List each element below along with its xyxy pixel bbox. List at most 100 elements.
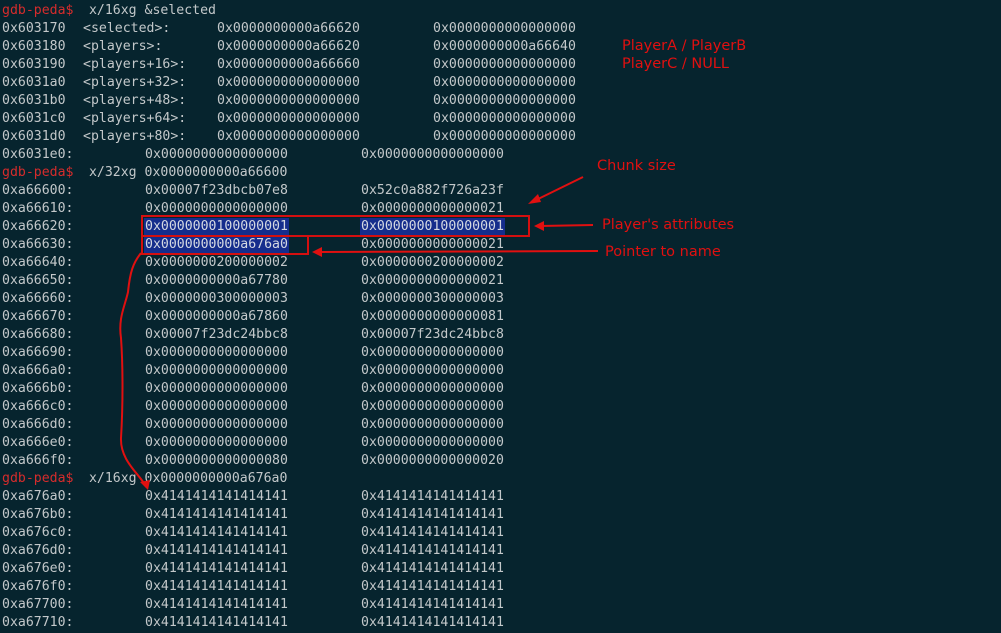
row-value-2: 0x0000000000000000 xyxy=(433,57,576,72)
row-value-2: 0x4141414141414141 xyxy=(361,597,504,612)
row-address: 0x6031b0 xyxy=(2,93,66,108)
row-value-1: 0x0000000000000000 xyxy=(145,417,288,432)
row-value-2: 0x0000000000000000 xyxy=(433,111,576,126)
row-value-2: 0x4141414141414141 xyxy=(361,489,504,504)
row-address: 0x6031c0 xyxy=(2,111,66,126)
row-value-2: 0x0000000000a66640 xyxy=(433,39,576,54)
row-value-1: 0x0000000300000003 xyxy=(145,291,288,306)
row-value-1: 0x4141414141414141 xyxy=(145,615,288,630)
row-symbol: <players+80>: xyxy=(83,129,187,144)
row-value-2: 0x4141414141414141 xyxy=(361,543,504,558)
row-address: 0xa666a0: xyxy=(2,363,74,378)
row-value-1: 0x0000000000000000 xyxy=(145,345,288,360)
row-value-2: 0x0000000000000000 xyxy=(361,417,504,432)
row-value-1: 0x0000000000000000 xyxy=(217,111,360,126)
row-address: 0x6031d0 xyxy=(2,129,66,144)
row-value-1: 0x0000000000000080 xyxy=(145,453,288,468)
row-value-2: 0x0000000000000000 xyxy=(361,435,504,450)
row-address: 0xa66600: xyxy=(2,183,74,198)
row-value-1: 0x0000000000a66660 xyxy=(217,57,360,72)
row-value-1: 0x0000000000a67860 xyxy=(145,309,288,324)
row-symbol: <players+48>: xyxy=(83,93,187,108)
row-value-1: 0x0000000000000000 xyxy=(145,435,288,450)
attributes-highlight-box xyxy=(141,215,530,237)
row-value-1: 0x0000000000a66620 xyxy=(217,21,360,36)
row-value-2: 0x0000000000000000 xyxy=(361,363,504,378)
prompt: gdb-peda$ xyxy=(2,471,74,486)
row-value-1: 0x4141414141414141 xyxy=(145,579,288,594)
row-address: 0xa666b0: xyxy=(2,381,74,396)
row-address: 0xa66690: xyxy=(2,345,74,360)
row-value-1: 0x4141414141414141 xyxy=(145,489,288,504)
row-value-2: 0x0000000000000000 xyxy=(433,129,576,144)
command-text: x/16xg 0x0000000000a676a0 xyxy=(81,471,288,486)
row-value-2: 0x0000000000000000 xyxy=(433,21,576,36)
row-address: 0xa66640: xyxy=(2,255,74,270)
row-symbol: <players+32>: xyxy=(83,75,187,90)
row-value-1: 0x0000000000000000 xyxy=(145,399,288,414)
row-value-1: 0x4141414141414141 xyxy=(145,525,288,540)
annotation-players-c: PlayerC / NULL xyxy=(622,56,729,72)
row-value-1: 0x0000000000000000 xyxy=(145,363,288,378)
row-value-1: 0x0000000000000000 xyxy=(145,381,288,396)
row-address: 0x6031a0 xyxy=(2,75,66,90)
row-value-2: 0x4141414141414141 xyxy=(361,507,504,522)
row-value-1: 0x0000000000000000 xyxy=(145,147,288,162)
row-address: 0xa666e0: xyxy=(2,435,74,450)
row-value-2: 0x0000000000000021 xyxy=(361,273,504,288)
row-address: 0xa676c0: xyxy=(2,525,74,540)
row-value-2: 0x0000000000000020 xyxy=(361,453,504,468)
row-symbol: <players>: xyxy=(83,39,163,54)
row-value-1: 0x4141414141414141 xyxy=(145,507,288,522)
row-address: 0xa66650: xyxy=(2,273,74,288)
row-address: 0xa67700: xyxy=(2,597,74,612)
annotation-pointer-to-name: Pointer to name xyxy=(605,244,721,260)
row-value-1: 0x0000000000a67780 xyxy=(145,273,288,288)
row-value-2: 0x0000000000000000 xyxy=(361,381,504,396)
row-value-2: 0x0000000000000000 xyxy=(433,75,576,90)
row-address: 0xa66670: xyxy=(2,309,74,324)
row-value-2: 0x4141414141414141 xyxy=(361,525,504,540)
row-value-1: 0x0000000000000000 xyxy=(217,129,360,144)
command-text: x/16xg &selected xyxy=(81,3,216,18)
prompt: gdb-peda$ xyxy=(2,3,74,18)
row-symbol: <selected>: xyxy=(83,21,171,36)
row-address: 0x603190 xyxy=(2,57,66,72)
row-value-2: 0x4141414141414141 xyxy=(361,561,504,576)
row-address: 0xa66660: xyxy=(2,291,74,306)
row-address: 0xa676a0: xyxy=(2,489,74,504)
row-value-1: 0x0000000000a66620 xyxy=(217,39,360,54)
row-value-1: 0x00007f23dc24bbc8 xyxy=(145,327,288,342)
row-value-1: 0x0000000000000000 xyxy=(217,75,360,90)
row-address: 0xa66620: xyxy=(2,219,74,234)
row-value-2: 0x0000000000000081 xyxy=(361,309,504,324)
annotation-players-ab: PlayerA / PlayerB xyxy=(622,38,747,54)
row-value-2: 0x0000000000000000 xyxy=(433,93,576,108)
row-symbol: <players+64>: xyxy=(83,111,187,126)
row-address: 0xa66680: xyxy=(2,327,74,342)
row-address: 0xa66610: xyxy=(2,201,74,216)
row-address: 0xa67710: xyxy=(2,615,74,630)
row-address: 0xa666d0: xyxy=(2,417,74,432)
row-symbol: <players+16>: xyxy=(83,57,187,72)
row-value-1: 0x0000000000000000 xyxy=(217,93,360,108)
row-value-2: 0x0000000000000000 xyxy=(361,147,504,162)
row-address: 0x603180 xyxy=(2,39,66,54)
row-address: 0xa676f0: xyxy=(2,579,74,594)
row-value-1: 0x4141414141414141 xyxy=(145,597,288,612)
row-address: 0xa676b0: xyxy=(2,507,74,522)
row-value-1: 0x4141414141414141 xyxy=(145,561,288,576)
terminal-output[interactable]: gdb-peda$ x/16xg &selected 0x603170 <selec… xyxy=(0,0,1001,633)
row-address: 0xa666c0: xyxy=(2,399,74,414)
row-address: 0xa676e0: xyxy=(2,561,74,576)
prompt: gdb-peda$ xyxy=(2,165,74,180)
row-value-1: 0x00007f23dbcb07e8 xyxy=(145,183,288,198)
row-address: 0xa66630: xyxy=(2,237,74,252)
row-address: 0xa666f0: xyxy=(2,453,74,468)
row-value-2: 0x0000000000000000 xyxy=(361,399,504,414)
row-value-2: 0x52c0a882f726a23f xyxy=(361,183,504,198)
row-address: 0x6031e0: xyxy=(2,147,74,162)
row-value-2: 0x0000000000000021 xyxy=(361,237,504,252)
row-value-2: 0x4141414141414141 xyxy=(361,615,504,630)
row-value-2: 0x00007f23dc24bbc8 xyxy=(361,327,504,342)
